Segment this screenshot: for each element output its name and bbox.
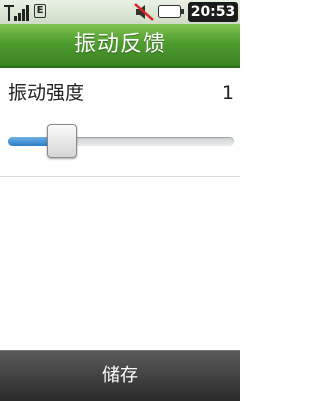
title-bar: 振动反馈 xyxy=(0,24,240,68)
vibration-intensity-slider[interactable] xyxy=(8,124,234,160)
clock: 20:53 xyxy=(188,2,238,22)
status-bar: E 20:53 xyxy=(0,0,240,24)
save-button[interactable]: 储存 xyxy=(90,359,150,393)
bottom-bar: 储存 xyxy=(0,350,240,401)
slider-thumb[interactable] xyxy=(47,124,77,158)
vibration-intensity-label: 振动强度 xyxy=(8,82,85,104)
page-title: 振动反馈 xyxy=(73,32,166,57)
vibration-intensity-value: 1 xyxy=(221,82,234,104)
mute-icon xyxy=(134,3,154,21)
battery-icon xyxy=(158,5,184,18)
network-e-icon: E xyxy=(34,4,46,18)
divider xyxy=(0,176,240,177)
signal-icon xyxy=(4,5,29,21)
